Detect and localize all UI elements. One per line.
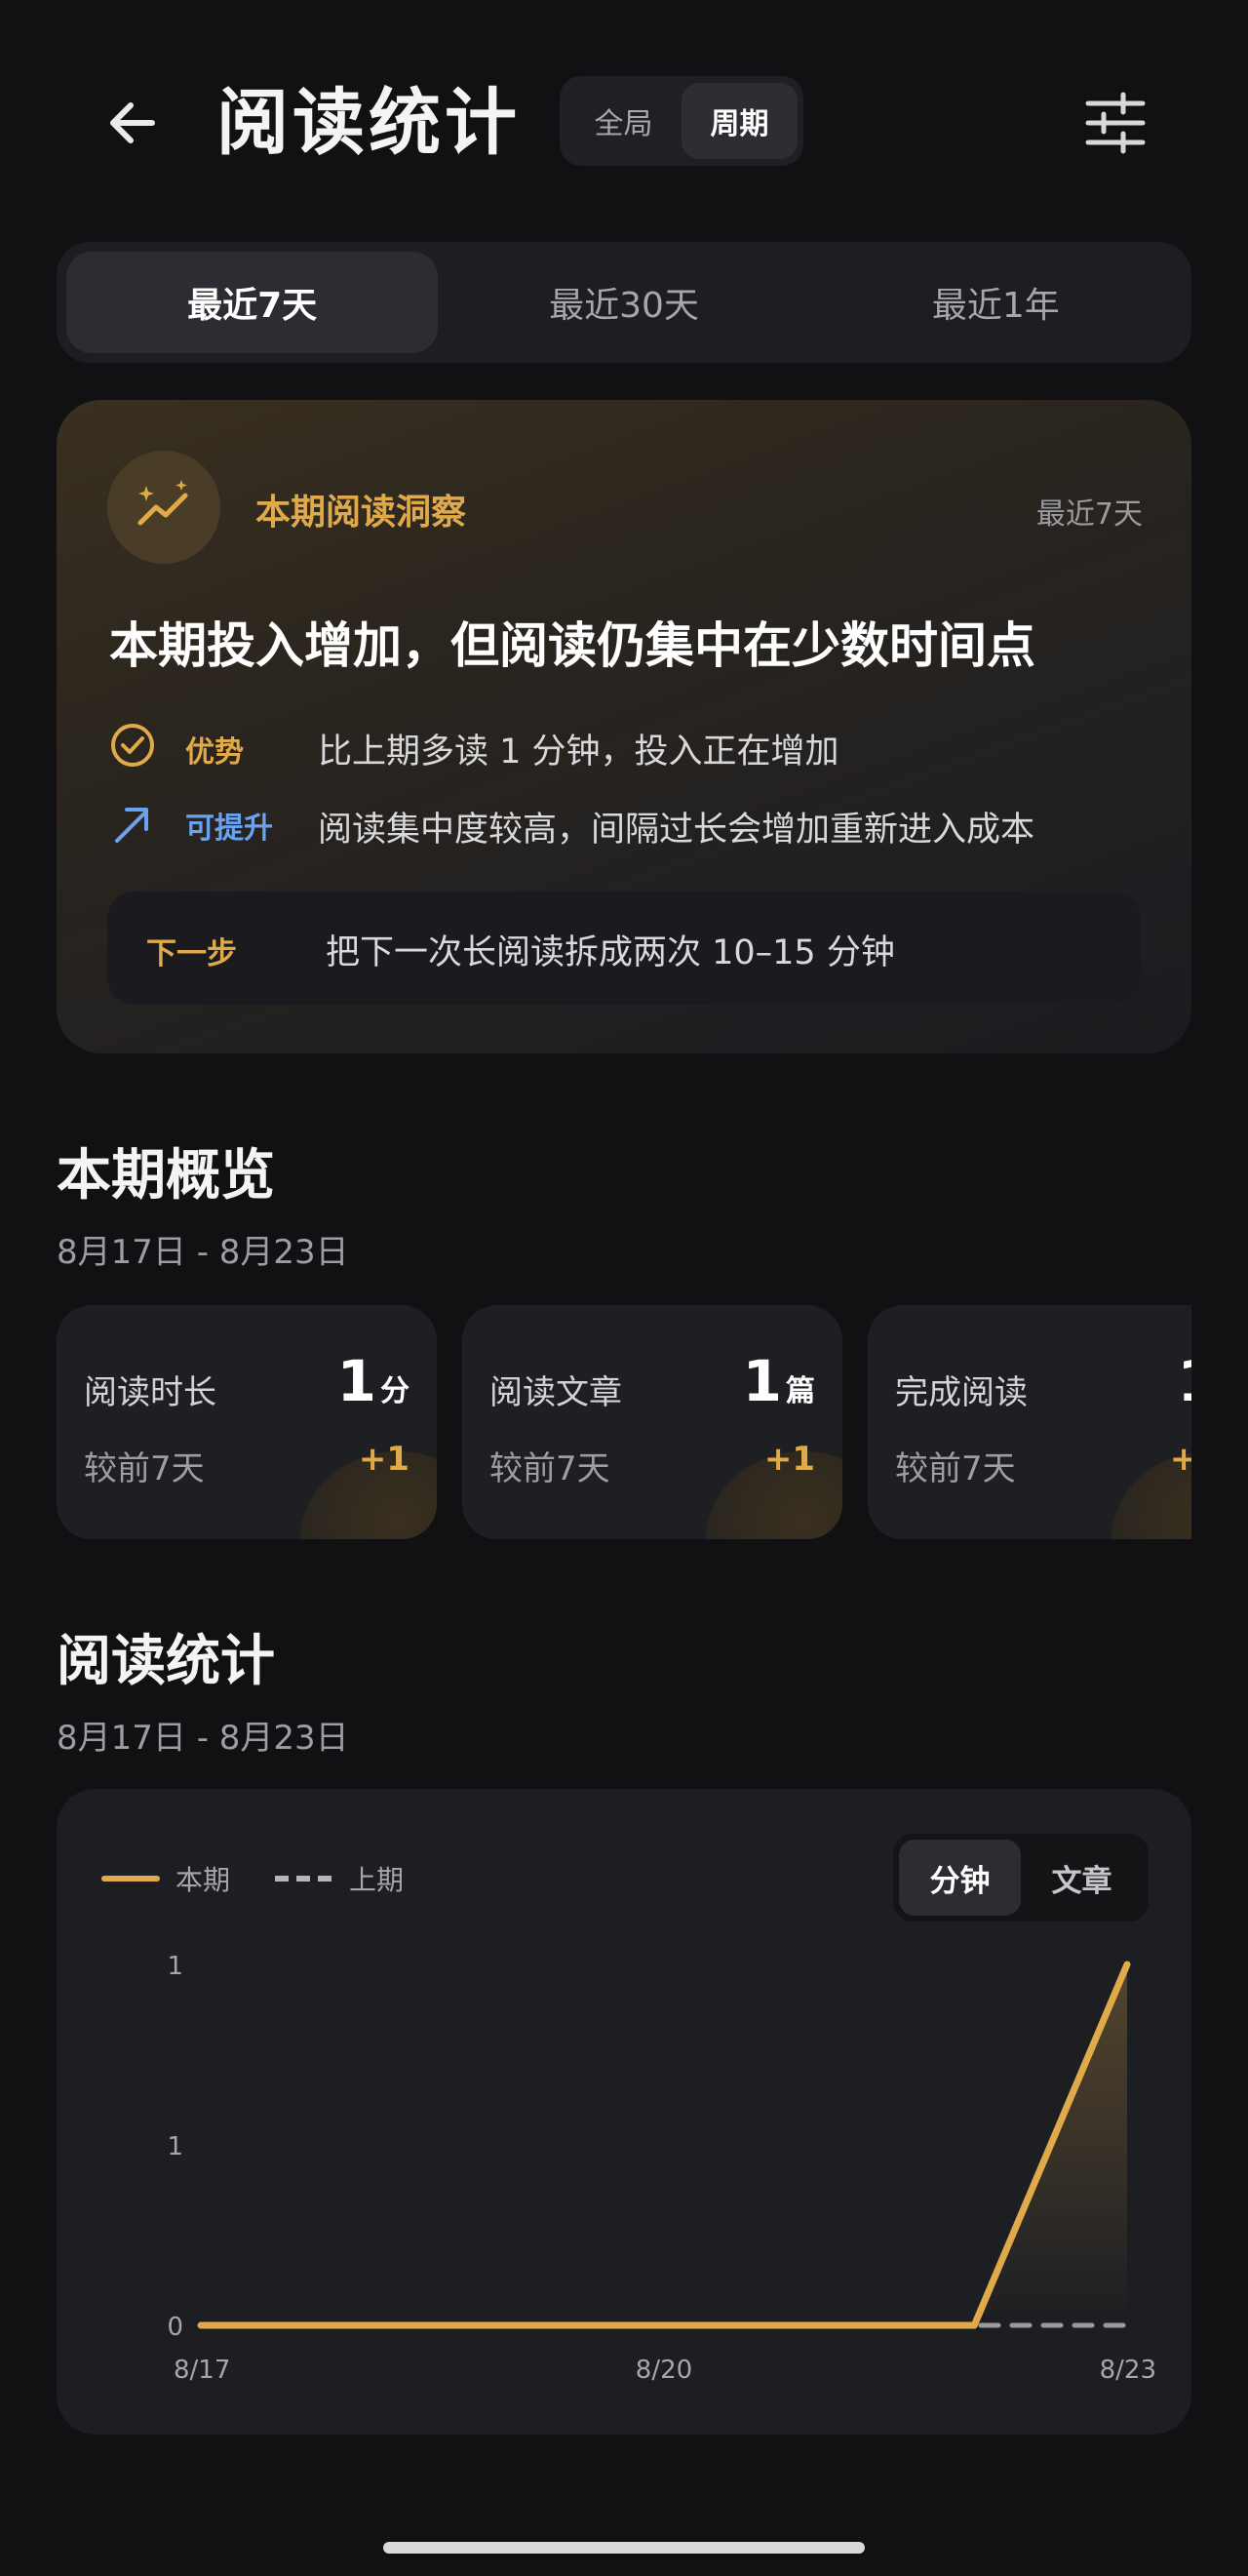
- metric-number: 1: [742, 1348, 782, 1414]
- range-tabs: 最近7天 最近30天 最近1年: [57, 242, 1191, 363]
- metric-number: 1: [336, 1348, 376, 1414]
- filter-button[interactable]: [1076, 84, 1154, 162]
- stats-date-range: 8月17日 - 8月23日: [57, 1719, 349, 1758]
- metric-compare: 较前7天: [489, 1449, 610, 1488]
- y-tick-label: 1: [167, 2132, 183, 2161]
- trend-up-arrow-icon: [115, 808, 148, 843]
- page-title: 阅读统计: [216, 81, 521, 165]
- metric-value: 1 篇: [743, 1348, 815, 1414]
- overview-date-range: 8月17日 - 8月23日: [57, 1233, 349, 1272]
- home-indicator[interactable]: [383, 2542, 865, 2554]
- series-area-current: [201, 1964, 1127, 2325]
- sparkle-trend-icon: [137, 480, 188, 526]
- metric-card-completed[interactable]: 完成阅读 1 较前7天 +1: [868, 1305, 1191, 1539]
- check-circle-icon: [111, 724, 154, 767]
- metric-number: 1: [1178, 1348, 1191, 1414]
- metric-delta: +1: [1169, 1440, 1191, 1479]
- arrow-left-icon: [110, 102, 155, 143]
- insight-card: 本期阅读洞察 最近7天 本期投入增加，但阅读仍集中在少数时间点 优势 比上期多读…: [57, 400, 1191, 1053]
- chart-card: 本期 上期 分钟 文章 0 1 1 8/17 8/20 8/23: [57, 1789, 1191, 2435]
- y-tick-label: 0: [167, 2313, 183, 2342]
- metric-value: 1 分: [337, 1348, 410, 1414]
- insight-range: 最近7天: [1035, 497, 1143, 532]
- insight-row-text: 阅读集中度较高，间隔过长会增加重新进入成本: [318, 811, 1035, 850]
- back-button[interactable]: [94, 84, 172, 162]
- insight-row-text: 比上期多读 1 分钟，投入正在增加: [318, 733, 839, 772]
- insight-badge: [107, 451, 220, 564]
- metric-unit: 分: [380, 1374, 410, 1408]
- tab-last-1-year[interactable]: 最近1年: [810, 252, 1182, 353]
- next-step-text: 把下一次长阅读拆成两次 10–15 分钟: [326, 933, 895, 972]
- x-tick-label: 8/17: [174, 2356, 230, 2385]
- x-tick-label: 8/20: [636, 2356, 692, 2385]
- metric-compare: 较前7天: [895, 1449, 1016, 1488]
- metric-compare: 较前7天: [84, 1449, 205, 1488]
- metric-label: 完成阅读: [895, 1373, 1028, 1412]
- insight-headline: 本期投入增加，但阅读仍集中在少数时间点: [109, 617, 1035, 674]
- insight-row-tag: 优势: [185, 735, 244, 770]
- metric-label: 阅读文章: [489, 1373, 622, 1412]
- scope-toggle: 全局 周期: [560, 76, 803, 166]
- sliders-icon: [1085, 92, 1146, 154]
- scope-option-period[interactable]: 周期: [682, 83, 798, 159]
- insight-row-tag: 可提升: [185, 812, 273, 846]
- stats-title: 阅读统计: [57, 1630, 275, 1693]
- reading-line-chart: 0 1 1 8/17 8/20 8/23: [167, 1952, 1156, 2385]
- metric-card-articles-read[interactable]: 阅读文章 1 篇 较前7天 +1: [462, 1305, 842, 1539]
- insight-row-improve: [109, 800, 156, 847]
- scope-option-global[interactable]: 全局: [566, 83, 682, 159]
- metrics-carousel[interactable]: 阅读时长 1 分 较前7天 +1 阅读文章 1 篇 较前7天 +1 完成阅读 1…: [57, 1305, 1191, 1539]
- metric-label: 阅读时长: [84, 1373, 216, 1412]
- y-tick-label: 1: [167, 1952, 183, 1981]
- overview-title: 本期概览: [57, 1144, 275, 1208]
- metric-unit: 篇: [786, 1374, 815, 1408]
- tab-last-30-days[interactable]: 最近30天: [438, 252, 809, 353]
- metric-delta: +1: [763, 1440, 815, 1479]
- insight-label: 本期阅读洞察: [255, 493, 467, 533]
- next-step-tag: 下一步: [146, 936, 237, 971]
- tab-last-7-days[interactable]: 最近7天: [66, 252, 439, 353]
- metric-delta: +1: [358, 1440, 410, 1479]
- metric-card-reading-time[interactable]: 阅读时长 1 分 较前7天 +1: [57, 1305, 437, 1539]
- metric-value: 1: [1178, 1348, 1191, 1414]
- insight-row-strength: [109, 722, 156, 769]
- x-tick-label: 8/23: [1100, 2356, 1156, 2385]
- next-step-box: 下一步 把下一次长阅读拆成两次 10–15 分钟: [107, 892, 1141, 1005]
- series-line-current: [197, 1961, 1131, 2329]
